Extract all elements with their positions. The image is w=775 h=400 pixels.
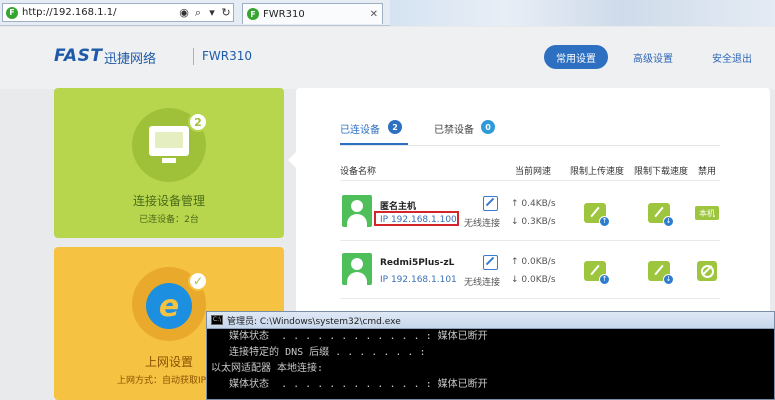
tab-divider (340, 145, 720, 146)
ban-icon[interactable] (697, 261, 717, 281)
device-ip: IP 192.168.1.100 (380, 215, 457, 225)
tile-icon-circle: e ✓ (132, 267, 208, 341)
cmd-title: 管理员: C:\Windows\system32\cmd.exe (227, 316, 401, 327)
download-limit-button[interactable]: ↓ (648, 261, 674, 285)
device-ip: IP 192.168.1.101 (380, 275, 457, 285)
download-speed: ↓ 0.3KB/s (511, 217, 556, 227)
cmd-line: 媒体状态 . . . . . . . . . . . . : 媒体已断开 (211, 379, 488, 390)
cmd-titlebar[interactable]: C:\ 管理员: C:\Windows\system32\cmd.exe (207, 312, 774, 329)
download-limit-button[interactable]: ↓ (648, 203, 674, 227)
banned-count-badge: 0 (481, 120, 495, 134)
header-divider (340, 180, 720, 181)
brand-name: 迅捷网络 (104, 52, 157, 67)
tab-title: FWR310 (263, 8, 305, 20)
console-icon: C:\ (211, 315, 223, 325)
tab-connected-devices[interactable]: 已连设备 (340, 121, 380, 136)
device-avatar-icon (342, 253, 372, 285)
device-avatar-icon (342, 195, 372, 227)
cmd-window[interactable]: C:\ 管理员: C:\Windows\system32\cmd.exe 媒体状… (206, 311, 775, 400)
connected-count-badge: 2 (388, 120, 402, 134)
desktop-background (390, 0, 775, 26)
cmd-output: 媒体状态 . . . . . . . . . . . . : 媒体已断开 连接特… (207, 329, 774, 393)
nav-advanced-settings[interactable]: 高级设置 (633, 50, 673, 65)
tile-icon-circle: 2 (132, 108, 208, 182)
nav-logout[interactable]: 安全退出 (712, 50, 752, 65)
upload-limit-button[interactable]: ↑ (584, 203, 610, 227)
close-icon[interactable]: ✕ (370, 9, 378, 20)
panel-pointer (288, 152, 296, 168)
router-header: FAST 迅捷网络 FWR310 常用设置 高级设置 安全退出 (0, 27, 775, 89)
cmd-line: 以太网适配器 本地连接: (211, 363, 324, 374)
search-icon[interactable]: ⌕ (191, 6, 205, 20)
check-icon: ✓ (188, 271, 208, 291)
tab-favicon-icon: F (247, 8, 259, 20)
address-bar[interactable]: F http://192.168.1.1/ ◉ ⌕ ▾ ↻ (2, 3, 234, 22)
device-count-badge: 2 (188, 112, 208, 132)
tile-subtitle: 已连设备：2台 (139, 215, 199, 225)
column-header-speed: 当前网速 (515, 167, 552, 177)
model-name: FWR310 (202, 49, 253, 63)
tile-title: 连接设备管理 (132, 194, 205, 208)
cmd-line: 媒体状态 . . . . . . . . . . . . : 媒体已断开 (211, 331, 488, 342)
upload-speed: ↑ 0.0KB/s (511, 257, 556, 267)
tile-subtitle: 上网方式：自动获取IP (117, 376, 207, 386)
internet-icon: e (146, 283, 192, 329)
url-text[interactable]: http://192.168.1.1/ (22, 7, 177, 18)
column-header-ban: 禁用 (698, 167, 717, 177)
edit-icon[interactable] (483, 255, 498, 270)
device-name: Redmi5Plus-zL (380, 258, 455, 268)
download-speed: ↓ 0.0KB/s (511, 275, 556, 285)
brand-logo: FAST (54, 46, 103, 66)
tab-banned-devices[interactable]: 已禁设备 (434, 121, 474, 136)
dropdown-icon[interactable]: ▾ (205, 6, 219, 20)
edit-icon[interactable] (483, 196, 498, 211)
refresh-icon[interactable]: ↻ (219, 6, 233, 20)
row-divider (340, 298, 720, 299)
connection-type: 无线连接 (464, 219, 501, 229)
upload-speed: ↑ 0.4KB/s (511, 199, 556, 209)
favicon-icon: F (6, 6, 18, 19)
connection-type: 无线连接 (464, 278, 501, 288)
local-host-badge: 本机 (695, 206, 719, 220)
tile-device-management[interactable]: 2 连接设备管理 已连设备：2台 (54, 88, 284, 238)
compat-icon[interactable]: ◉ (177, 6, 191, 20)
row-divider (340, 240, 720, 241)
nav-common-settings[interactable]: 常用设置 (544, 45, 608, 69)
header-divider (193, 48, 194, 65)
column-header-download-limit: 限制下载速度 (634, 167, 689, 177)
column-header-upload-limit: 限制上传速度 (570, 167, 625, 177)
column-header-device: 设备名称 (340, 167, 377, 177)
browser-chrome: F http://192.168.1.1/ ◉ ⌕ ▾ ↻ F FWR310 ✕ (0, 0, 775, 26)
upload-limit-button[interactable]: ↑ (584, 261, 610, 285)
browser-tab[interactable]: F FWR310 ✕ (242, 3, 383, 24)
monitor-icon (149, 126, 189, 156)
cmd-line: 连接特定的 DNS 后缀 . . . . . . . : (211, 347, 426, 358)
